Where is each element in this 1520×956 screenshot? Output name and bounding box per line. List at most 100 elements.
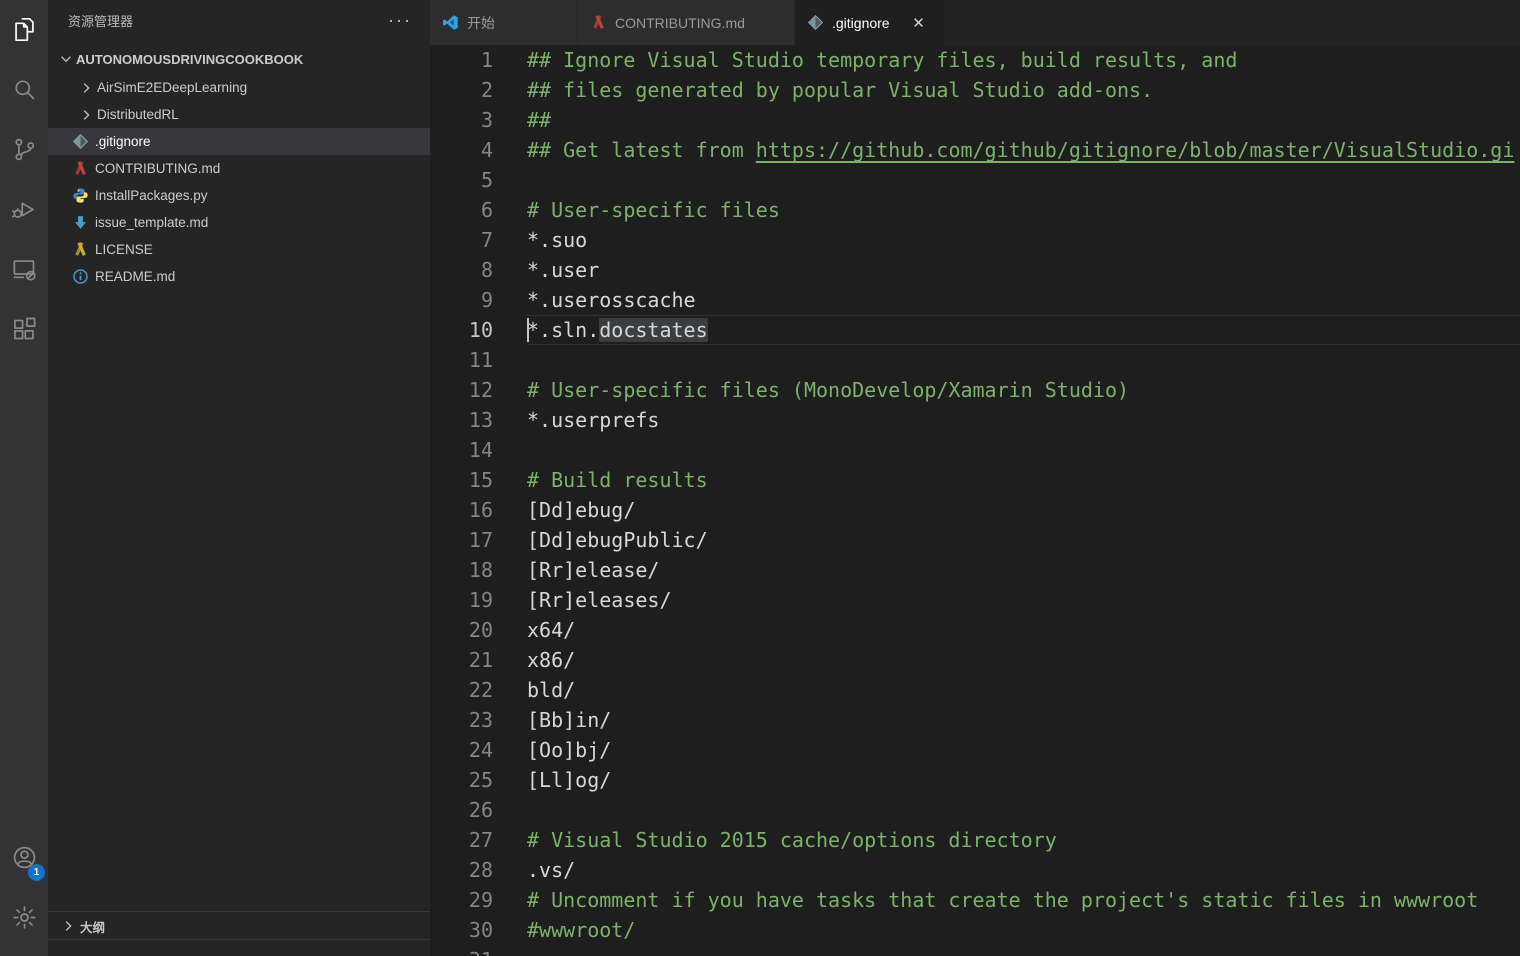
line-number[interactable]: 18: [430, 555, 527, 585]
activity-source-control-button[interactable]: [0, 128, 48, 176]
line-number[interactable]: 1: [430, 45, 527, 75]
code-line-6[interactable]: # User-specific files: [527, 195, 1520, 225]
code-line-20[interactable]: x64/: [527, 615, 1520, 645]
line-number[interactable]: 29: [430, 885, 527, 915]
line-number[interactable]: 27: [430, 825, 527, 855]
line-number[interactable]: 15: [430, 465, 527, 495]
line-number[interactable]: 3: [430, 105, 527, 135]
line-number[interactable]: 23: [430, 705, 527, 735]
tree-folder-airsime2edeeplearning[interactable]: AirSimE2EDeepLearning: [48, 74, 430, 101]
code-text: docstates: [599, 318, 707, 342]
line-number[interactable]: 26: [430, 795, 527, 825]
code-line-16[interactable]: [Dd]ebug/: [527, 495, 1520, 525]
code-line-23[interactable]: [Bb]in/: [527, 705, 1520, 735]
line-number[interactable]: 12: [430, 375, 527, 405]
panel-header-timeline[interactable]: 时间线: [48, 939, 430, 956]
line-number[interactable]: 20: [430, 615, 527, 645]
line-number[interactable]: 30: [430, 915, 527, 945]
code-line-7[interactable]: *.suo: [527, 225, 1520, 255]
tree-file-installpackages-py[interactable]: InstallPackages.py: [48, 182, 430, 209]
line-number[interactable]: 2: [430, 75, 527, 105]
editor[interactable]: 1234567891011121314151617181920212223242…: [430, 45, 1520, 956]
line-number[interactable]: 21: [430, 645, 527, 675]
tree-item-label: CONTRIBUTING.md: [95, 161, 220, 176]
line-number[interactable]: 14: [430, 435, 527, 465]
code-text: [Bb]in/: [527, 708, 611, 732]
code-line-17[interactable]: [Dd]ebugPublic/: [527, 525, 1520, 555]
line-number[interactable]: 25: [430, 765, 527, 795]
code-line-9[interactable]: *.userosscache: [527, 285, 1520, 315]
tree-item-label: issue_template.md: [95, 215, 208, 230]
line-number[interactable]: 16: [430, 495, 527, 525]
line-number[interactable]: 6: [430, 195, 527, 225]
line-number[interactable]: 31: [430, 945, 527, 956]
line-number[interactable]: 28: [430, 855, 527, 885]
code-line-31[interactable]: [527, 945, 1520, 956]
vscode-icon: [442, 14, 459, 31]
tree-folder-distributedrl[interactable]: DistributedRL: [48, 101, 430, 128]
code-line-25[interactable]: [Ll]og/: [527, 765, 1520, 795]
line-number[interactable]: 19: [430, 585, 527, 615]
extensions-icon: [11, 316, 38, 348]
code-line-5[interactable]: [527, 165, 1520, 195]
code-link[interactable]: https://github.com/github/gitignore/blob…: [756, 138, 1515, 162]
code-line-21[interactable]: x86/: [527, 645, 1520, 675]
tree-file-readme-md[interactable]: README.md: [48, 263, 430, 290]
code-line-29[interactable]: # Uncomment if you have tasks that creat…: [527, 885, 1520, 915]
code-line-27[interactable]: # Visual Studio 2015 cache/options direc…: [527, 825, 1520, 855]
code-line-26[interactable]: [527, 795, 1520, 825]
activity-remote-explorer-button[interactable]: [0, 248, 48, 296]
line-number[interactable]: 7: [430, 225, 527, 255]
code-line-22[interactable]: bld/: [527, 675, 1520, 705]
line-number[interactable]: 8: [430, 255, 527, 285]
tab-开始[interactable]: 开始: [430, 0, 578, 45]
code-line-18[interactable]: [Rr]elease/: [527, 555, 1520, 585]
code-line-24[interactable]: [Oo]bj/: [527, 735, 1520, 765]
code-line-15[interactable]: # Build results: [527, 465, 1520, 495]
tree-file-contributing-md[interactable]: CONTRIBUTING.md: [48, 155, 430, 182]
line-number[interactable]: 24: [430, 735, 527, 765]
account-button[interactable]: 1: [0, 836, 48, 884]
code-text: [Dd]ebugPublic/: [527, 528, 708, 552]
code-line-3[interactable]: ##: [527, 105, 1520, 135]
code-text: ## Ignore Visual Studio temporary files,…: [527, 48, 1237, 72]
code-line-2[interactable]: ## files generated by popular Visual Stu…: [527, 75, 1520, 105]
code-text: ## files generated by popular Visual Stu…: [527, 78, 1153, 102]
line-number[interactable]: 17: [430, 525, 527, 555]
line-number[interactable]: 11: [430, 345, 527, 375]
activity-explorer-button[interactable]: [0, 8, 48, 56]
activity-run-debug-button[interactable]: [0, 188, 48, 236]
code-line-13[interactable]: *.userprefs: [527, 405, 1520, 435]
panel-header-outline[interactable]: 大纲: [48, 911, 430, 940]
line-number[interactable]: 9: [430, 285, 527, 315]
more-actions-icon[interactable]: ···: [382, 11, 418, 29]
code-line-11[interactable]: [527, 345, 1520, 375]
code-line-28[interactable]: .vs/: [527, 855, 1520, 885]
activity-search-button[interactable]: [0, 68, 48, 116]
close-icon[interactable]: ✕: [908, 12, 930, 34]
editor-code-area[interactable]: ## Ignore Visual Studio temporary files,…: [527, 45, 1520, 956]
activity-bar: 1: [0, 0, 48, 956]
line-number[interactable]: 4: [430, 135, 527, 165]
line-number[interactable]: 22: [430, 675, 527, 705]
line-number[interactable]: 13: [430, 405, 527, 435]
tab-contributing-md[interactable]: CONTRIBUTING.md: [578, 0, 795, 45]
text-cursor: [527, 318, 529, 342]
tree-file-license[interactable]: LICENSE: [48, 236, 430, 263]
line-number[interactable]: 10: [430, 315, 527, 345]
tree-root-header[interactable]: AUTONOMOUSDRIVINGCOOKBOOK: [48, 45, 430, 73]
code-line-10[interactable]: *.sln.docstates: [527, 315, 1520, 345]
code-line-12[interactable]: # User-specific files (MonoDevelop/Xamar…: [527, 375, 1520, 405]
code-line-30[interactable]: #wwwroot/: [527, 915, 1520, 945]
activity-extensions-button[interactable]: [0, 308, 48, 356]
code-line-19[interactable]: [Rr]eleases/: [527, 585, 1520, 615]
code-line-8[interactable]: *.user: [527, 255, 1520, 285]
line-number[interactable]: 5: [430, 165, 527, 195]
tree-file--gitignore[interactable]: .gitignore: [48, 128, 430, 155]
code-line-1[interactable]: ## Ignore Visual Studio temporary files,…: [527, 45, 1520, 75]
code-line-4[interactable]: ## Get latest from https://github.com/gi…: [527, 135, 1520, 165]
tree-file-issue-template-md[interactable]: issue_template.md: [48, 209, 430, 236]
tab--gitignore[interactable]: .gitignore✕: [795, 0, 945, 45]
code-line-14[interactable]: [527, 435, 1520, 465]
settings-button[interactable]: [0, 896, 48, 944]
